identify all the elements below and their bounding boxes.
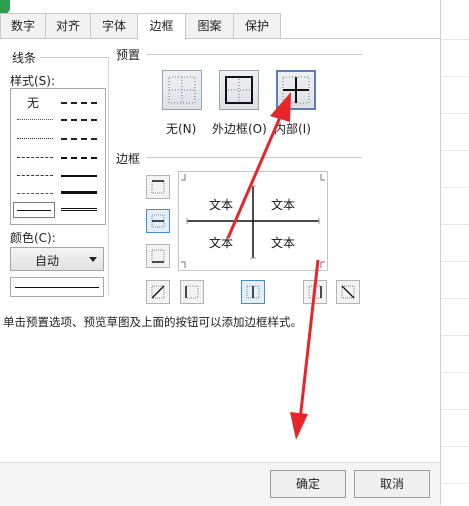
annotation-arrows xyxy=(226,92,320,440)
tab-border[interactable]: 边框 xyxy=(137,13,186,40)
